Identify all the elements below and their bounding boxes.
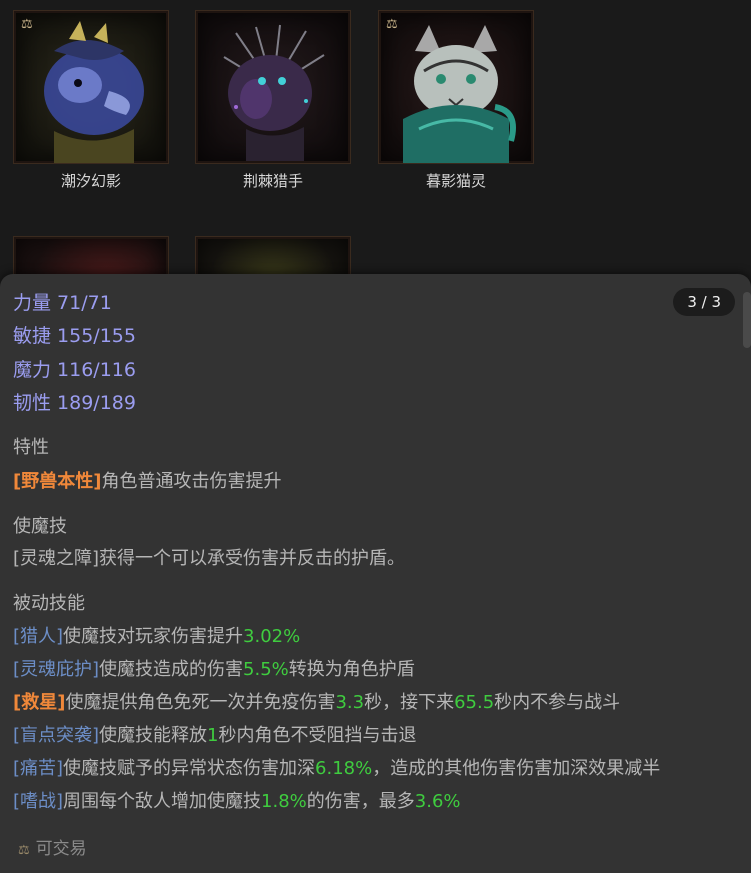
passive-text: 使魔技能释放: [99, 725, 208, 746]
passive-text: 使魔技赋予的异常状态伤害加深: [63, 758, 316, 779]
passive-text: ，造成的其他伤害伤害加深效果减半: [372, 758, 661, 779]
familiar-name-3: 暮影猫灵: [425, 172, 486, 190]
familiar-grid: ⚖ 潮汐幻影 荆棘猎手 ⚖ 暮影猫灵: [0, 0, 751, 298]
shadow-cat-portrait: [403, 25, 516, 163]
passive-line: [痛苦]使魔技赋予的异常状态伤害加深6.18%，造成的其他伤害伤害加深效果减半: [13, 754, 660, 780]
familiar-portrait-1: ⚖: [13, 10, 169, 164]
scales-icon: ⚖: [21, 17, 33, 32]
passive-line: [灵魂庇护]使魔技造成的伤害5.5%转换为角色护盾: [13, 655, 415, 681]
passive-line: [嗜战]周围每个敌人增加使魔技1.8%的伤害，最多3.6%: [13, 787, 461, 813]
passive-value: 1.8%: [261, 791, 307, 812]
trait-text: 角色普通攻击伤害提升: [101, 471, 282, 492]
panel-scrollbar[interactable]: [743, 292, 751, 348]
passive-text: 转换为角色护盾: [288, 659, 415, 680]
passive-line: [猎人]使魔技对玩家伤害提升3.02%: [13, 622, 300, 648]
passive-tag: [猎人]: [13, 626, 64, 647]
passive-tag: [嗜战]: [13, 791, 64, 812]
passive-tag: [灵魂庇护]: [13, 659, 100, 680]
trait-title: 特性: [13, 437, 49, 458]
skill-text: [灵魂之障]获得一个可以承受伤害并反击的护盾。: [13, 548, 406, 569]
passive-value: 5.5%: [243, 659, 289, 680]
tradeable-label: ⚖ 可交易: [18, 834, 87, 859]
passive-text: 使魔技造成的伤害: [99, 659, 244, 680]
passive-title: 被动技能: [13, 593, 85, 614]
scales-icon: ⚖: [386, 17, 398, 32]
stat-strength: 力量 71/71: [13, 292, 112, 314]
passive-value: 6.18%: [315, 758, 373, 779]
trait-line: [野兽本性]角色普通攻击伤害提升: [13, 467, 281, 493]
familiar-name-1: 潮汐幻影: [60, 172, 121, 190]
page-indicator: 3 / 3: [673, 288, 735, 316]
stat-magic: 魔力 116/116: [13, 359, 136, 381]
passive-tag: [救星]: [13, 692, 66, 713]
passive-text: 使魔技对玩家伤害提升: [63, 626, 244, 647]
passive-text: 秒，接下来: [364, 692, 455, 713]
passive-value: 3.6%: [414, 791, 461, 812]
tradeable-text: 可交易: [35, 839, 87, 859]
passive-text: 周围每个敌人增加使魔技: [63, 791, 262, 812]
passive-tag: [痛苦]: [13, 758, 64, 779]
passive-text: 秒内不参与战斗: [494, 692, 621, 713]
passive-value: 65.5: [454, 692, 495, 713]
passive-tag: [盲点突袭]: [13, 725, 100, 746]
scales-icon: ⚖: [18, 843, 30, 858]
stat-agility: 敏捷 155/155: [13, 325, 136, 347]
passive-line: [救星]使魔提供角色免死一次并免疫伤害3.3秒，接下来65.5秒内不参与战斗: [13, 688, 620, 714]
skill-title: 使魔技: [13, 516, 67, 537]
passive-text: 秒内角色不受阻挡与击退: [218, 725, 417, 746]
stat-toughness: 韧性 189/189: [13, 392, 136, 414]
familiar-portrait-2: [195, 10, 351, 164]
trait-tag: [野兽本性]: [13, 471, 102, 492]
passive-value: 3.3: [335, 692, 365, 713]
passive-line: [盲点突袭]使魔技能释放1秒内角色不受阻挡与击退: [13, 721, 417, 747]
passive-text: 的伤害，最多: [306, 791, 415, 812]
familiar-portrait-3: ⚖: [378, 10, 534, 164]
thorn-hunter-portrait: [223, 24, 325, 161]
passive-value: 1: [207, 725, 219, 746]
familiar-name-2: 荆棘猎手: [242, 172, 303, 190]
passive-text: 使魔提供角色免死一次并免疫伤害: [65, 692, 336, 713]
tidal-phantom-portrait: [44, 21, 144, 163]
passive-value: 3.02%: [243, 626, 301, 647]
familiar-detail-panel: 3 / 3 力量 71/71 敏捷 155/155 魔力 116/116 韧性 …: [0, 274, 751, 873]
